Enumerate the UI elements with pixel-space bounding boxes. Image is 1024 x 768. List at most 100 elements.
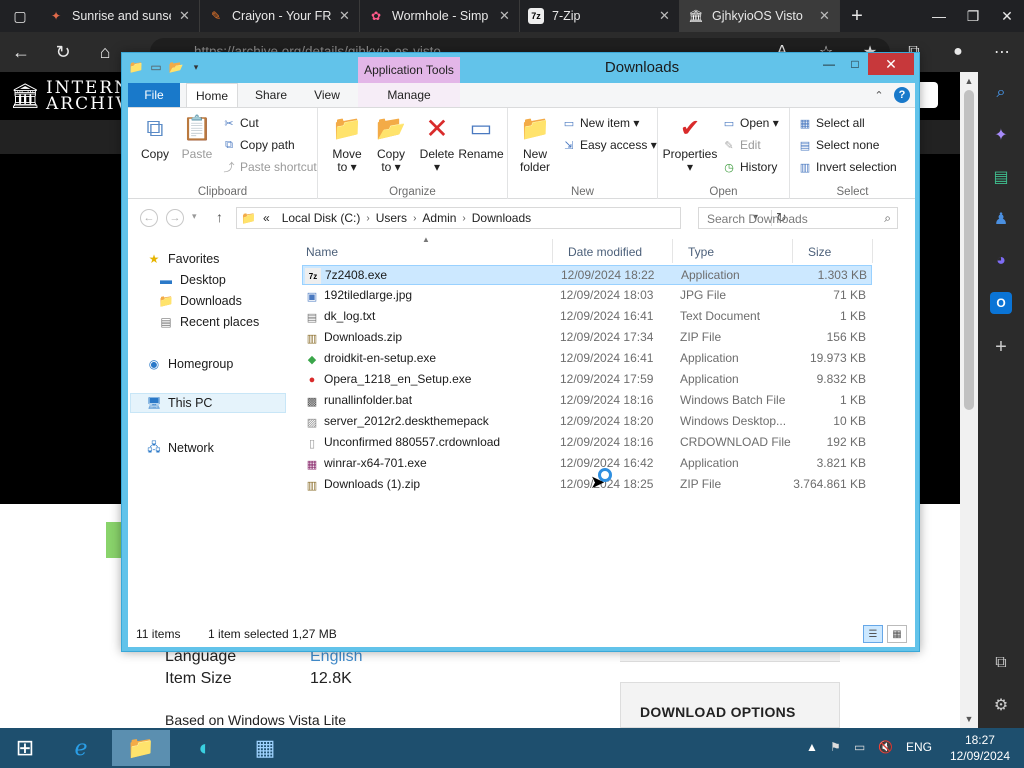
cut-button[interactable]: ✂ Cut — [222, 114, 258, 132]
address-breadcrumb[interactable]: 📁 « Local Disk (C:) › Users › Admin › Do… — [236, 207, 787, 229]
minimize-icon[interactable]: — — [816, 53, 842, 75]
nav-homegroup[interactable]: ◉ Homegroup — [146, 354, 234, 374]
server-manager-taskbar-icon[interactable]: ▦ — [236, 730, 294, 766]
refresh-icon[interactable]: ↻ — [42, 32, 84, 72]
games-icon[interactable]: ♟ — [990, 208, 1012, 230]
explorer-titlebar[interactable]: 📁 ▭ 📂 ▾ Application Tools Downloads — □ … — [122, 53, 919, 83]
profile-avatar[interactable]: ● — [936, 32, 980, 72]
close-tab-icon[interactable]: ✕ — [819, 8, 831, 24]
paste-button[interactable]: 📋 Paste — [174, 112, 220, 161]
file-row[interactable]: ▤ dk_log.txt 12/09/2024 16:41 Text Document… — [302, 307, 872, 327]
close-tab-icon[interactable]: ✕ — [339, 8, 351, 24]
nav-desktop[interactable]: ▬ Desktop — [158, 270, 226, 290]
breadcrumb-admin[interactable]: Admin — [416, 211, 462, 225]
new-tab-button[interactable]: + — [840, 0, 874, 32]
breadcrumb-downloads[interactable]: Downloads — [466, 211, 537, 225]
delete-button[interactable]: ✕ Delete ▾ — [414, 112, 460, 174]
open-button[interactable]: ▭ Open ▾ — [722, 114, 779, 132]
tab-file[interactable]: File — [128, 83, 180, 107]
breadcrumb-overflow[interactable]: « — [257, 211, 276, 225]
sidebar-search-icon[interactable]: ⌕ — [990, 82, 1012, 104]
tab-actions-icon[interactable]: ▢ — [0, 0, 40, 32]
browser-tab-sunrise[interactable]: ✦ Sunrise and sunse ✕ — [40, 0, 200, 32]
copy-to-button[interactable]: 📂 Copy to ▾ — [368, 112, 414, 174]
browser-tab-archive[interactable]: 🏛 GjhkyioOS Visto ✕ — [680, 0, 840, 32]
new-item-button[interactable]: ▭ New item ▾ — [562, 114, 640, 132]
close-icon[interactable]: ✕ — [990, 0, 1024, 32]
archive-logo-icon[interactable]: 🏛 — [10, 82, 40, 110]
action-center-icon[interactable]: ⚑ — [830, 740, 841, 754]
column-divider[interactable] — [872, 239, 873, 263]
copy-button[interactable]: ⧉ Copy — [132, 112, 178, 161]
copilot-orb-icon[interactable]: ◕ — [990, 250, 1012, 272]
edge-taskbar-icon[interactable]: ◐ — [176, 730, 234, 766]
file-explorer-taskbar-icon[interactable]: 📁 — [112, 730, 170, 766]
select-all-button[interactable]: ▦ Select all — [798, 114, 865, 132]
file-row[interactable]: ▦ winrar-x64-701.exe 12/09/2024 16:42 Appli… — [302, 454, 872, 474]
scroll-thumb[interactable] — [964, 90, 974, 410]
home-icon[interactable]: ⌂ — [84, 32, 126, 72]
history-button[interactable]: ◷ History — [722, 158, 777, 176]
restore-icon[interactable]: ❐ — [956, 0, 990, 32]
easy-access-button[interactable]: ⇲ Easy access ▾ — [562, 136, 656, 154]
breadcrumb-local-disk[interactable]: Local Disk (C:) — [276, 211, 367, 225]
column-header-name[interactable]: Name — [306, 243, 338, 261]
page-scrollbar[interactable]: ▲ ▼ — [960, 72, 978, 728]
search-downloads-input[interactable]: Search Downloads ⌕ — [698, 207, 898, 229]
system-clock[interactable]: 18:27 12/09/2024 — [950, 732, 1010, 764]
file-row[interactable]: ◆ droidkit-en-setup.exe 12/09/2024 16:41 Ap… — [302, 349, 872, 369]
rename-button[interactable]: ▭ Rename — [458, 112, 504, 161]
help-icon[interactable]: ? — [894, 87, 910, 103]
search-icon[interactable]: ⌕ — [884, 211, 891, 226]
nav-favorites[interactable]: ★ Favorites — [146, 249, 220, 269]
settings-gear-icon[interactable]: ⚙ — [990, 694, 1012, 716]
select-none-button[interactable]: ▤ Select none — [798, 136, 880, 154]
paste-shortcut-button[interactable]: ⤴ Paste shortcut — [222, 158, 317, 176]
back-arrow-icon[interactable]: ← — [140, 209, 158, 227]
split-screen-icon[interactable]: ⧉ — [990, 652, 1012, 674]
nav-this-pc[interactable]: 🖥 This PC — [146, 393, 212, 413]
tab-manage[interactable]: Manage — [358, 83, 460, 107]
breadcrumb-users[interactable]: Users — [370, 211, 413, 225]
file-row[interactable]: ▩ runallinfolder.bat 12/09/2024 18:16 Windo… — [302, 391, 872, 411]
network-tray-icon[interactable]: ▭ — [854, 740, 865, 754]
column-divider[interactable] — [792, 239, 793, 263]
tab-view[interactable]: View — [304, 83, 350, 107]
details-view-icon[interactable]: ☰ — [863, 625, 883, 643]
close-tab-icon[interactable]: ✕ — [659, 8, 671, 24]
language-indicator[interactable]: ENG — [906, 740, 932, 754]
scroll-down-icon[interactable]: ▼ — [964, 714, 974, 724]
browser-tab-craiyon[interactable]: ✎ Craiyon - Your FR ✕ — [200, 0, 360, 32]
column-header-size[interactable]: Size — [808, 243, 831, 261]
file-row[interactable]: 7z 7z2408.exe 12/09/2024 18:22 Application 1… — [302, 265, 872, 285]
outlook-icon[interactable]: O — [990, 292, 1012, 314]
internet-explorer-icon[interactable]: ℯ — [52, 730, 110, 766]
close-window-button[interactable]: ✕ — [868, 53, 914, 75]
nav-downloads[interactable]: 📁 Downloads — [158, 291, 242, 311]
file-row[interactable]: ▯ Unconfirmed 880557.crdownload 12/09/2024… — [302, 433, 872, 453]
add-sidebar-app-icon[interactable]: + — [990, 336, 1012, 358]
move-to-button[interactable]: 📁 Move to ▾ — [324, 112, 370, 174]
column-header-date[interactable]: Date modified — [568, 243, 642, 261]
browser-tab-wormhole[interactable]: ✿ Wormhole - Simp ✕ — [360, 0, 520, 32]
properties-button[interactable]: ✔ Properties ▾ — [662, 112, 718, 174]
copilot-icon[interactable]: ✦ — [990, 124, 1012, 146]
file-row[interactable]: ▣ 192tiledlarge.jpg 12/09/2024 18:03 JPG Fi… — [302, 286, 872, 306]
column-divider[interactable] — [552, 239, 553, 263]
more-menu-icon[interactable]: ⋯ — [980, 32, 1024, 72]
file-row[interactable]: ▨ server_2012r2.deskthemepack 12/09/2024 1… — [302, 412, 872, 432]
browser-tab-7zip[interactable]: 7z 7-Zip ✕ — [520, 0, 680, 32]
show-hidden-icons-icon[interactable]: ▲ — [806, 740, 818, 754]
tab-home[interactable]: Home — [186, 83, 238, 107]
column-divider[interactable] — [672, 239, 673, 263]
file-row[interactable]: ▥ Downloads (1).zip 12/09/2024 18:25 ZIP Fi… — [302, 475, 872, 495]
up-one-level-icon[interactable]: ↑ — [216, 209, 223, 225]
qat-new-folder-icon[interactable]: 📂 — [168, 59, 184, 75]
close-tab-icon[interactable]: ✕ — [179, 8, 191, 24]
volume-muted-icon[interactable]: 🔇 — [878, 740, 893, 754]
scroll-up-icon[interactable]: ▲ — [964, 76, 974, 86]
column-header-type[interactable]: Type — [688, 243, 714, 261]
edit-button[interactable]: ✎ Edit — [722, 136, 760, 154]
back-icon[interactable]: ← — [0, 32, 42, 72]
recent-locations-icon[interactable]: ▾ — [192, 211, 197, 222]
